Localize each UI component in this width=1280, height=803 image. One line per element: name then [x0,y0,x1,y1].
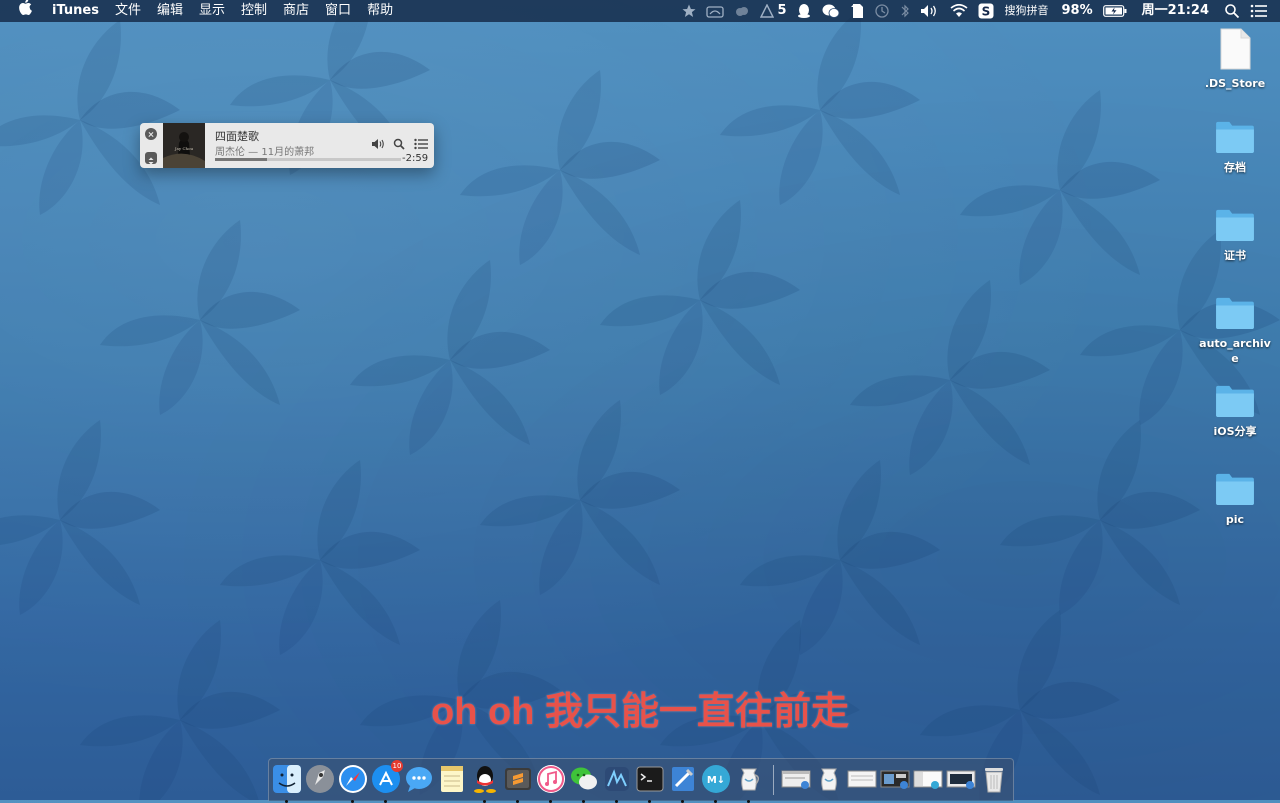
dock-xcode-icon[interactable] [668,764,698,803]
dock-sublime-text-icon[interactable] [503,764,533,803]
status-bar: 5 S 搜狗拼音 98% 周一21:24 [677,0,1280,22]
desktop-icon-pic[interactable]: pic [1197,472,1273,527]
menu-window[interactable]: 窗口 [317,0,359,22]
menu-help[interactable]: 帮助 [359,0,401,22]
bluetooth-icon[interactable] [895,3,915,19]
wifi-icon[interactable] [945,4,973,18]
playback-progress-bar[interactable] [215,158,401,161]
input-method-label[interactable]: 搜狗拼音 [999,0,1053,22]
menu-store[interactable]: 商店 [275,0,317,22]
svg-text:M↓: M↓ [707,775,725,786]
volume-icon[interactable] [915,4,945,18]
playback-progress-fill [215,158,268,161]
dock-launchpad-icon[interactable] [305,764,335,794]
desktop-icon-label: pic [1225,513,1245,526]
up-next-list-icon[interactable] [414,135,428,154]
dock-markdown-editor-icon[interactable]: M↓ [701,764,731,803]
itunes-mini-player: Jay Chou 四面楚歌 周杰伦 — 11月的萧邦 -2:59 [140,123,434,168]
app-store-badge: 10 [391,760,403,772]
desktop-icon-label: iOS分享 [1213,425,1257,438]
dock-finder-icon[interactable] [272,764,302,803]
dock-app-store-icon[interactable]: 10 [371,760,403,803]
mini-player-controls [140,123,162,168]
desktop-icon-auto-archive[interactable]: auto_archive [1197,296,1273,366]
folder-icon [1216,209,1254,242]
star-icon[interactable] [677,4,701,18]
dock-instruments-icon[interactable] [602,764,632,803]
desktop-icon-label: auto_archive [1199,337,1271,365]
cloud-icon[interactable] [729,4,755,18]
desktop-lyric: oh oh 我只能一直往前走 [431,691,849,733]
notification-center-icon[interactable] [1245,4,1280,18]
menu-bar: iTunes 文件 编辑 显示 控制 商店 窗口 帮助 5 S 搜狗拼音 98%… [0,0,1280,22]
dock-minimized-window-icon[interactable] [913,764,943,794]
song-artist-album: 周杰伦 — 11月的萧邦 [215,147,315,158]
time-capsule-icon[interactable] [701,4,729,18]
desktop-icon-ios-share[interactable]: iOS分享 [1197,384,1273,439]
svg-text:S: S [982,5,991,19]
song-title: 四面楚歌 [215,130,259,143]
album-artwork[interactable]: Jay Chou [163,123,205,168]
evernote-tray-icon[interactable] [845,3,869,19]
close-icon[interactable] [145,128,157,140]
dock-minimized-window-icon[interactable] [847,764,877,794]
folder-icon [1216,385,1254,418]
battery-percent[interactable]: 98% [1053,0,1097,22]
spotlight-search-icon[interactable] [1219,3,1245,19]
dock-notes-icon[interactable] [437,764,467,794]
dock-minimized-window-icon[interactable] [880,764,910,794]
apple-menu-icon[interactable] [0,0,44,23]
dock-pitcher-document-icon[interactable] [814,764,844,794]
menu-file[interactable]: 文件 [107,0,149,22]
clock[interactable]: 周一21:24 [1132,0,1219,22]
svg-text:Jay Chou: Jay Chou [174,146,194,151]
search-icon[interactable] [393,135,405,154]
desktop-icon-label: 证书 [1224,249,1246,262]
remaining-time: -2:59 [402,153,429,164]
dock-wechat-icon[interactable] [569,764,599,803]
adobe-badge-icon[interactable]: 5 [755,0,791,22]
document-file-icon [1220,28,1251,70]
dock-terminal-icon[interactable] [635,764,665,803]
input-method-icon[interactable]: S [973,3,999,19]
dock: 10 M↓ [268,758,1014,803]
volume-icon[interactable] [371,135,387,154]
time-machine-icon[interactable] [869,3,895,19]
dock-pitcher-app-icon[interactable] [734,764,764,803]
expand-icon[interactable] [145,152,157,165]
dock-minimized-window-icon[interactable] [781,764,811,794]
dock-safari-icon[interactable] [338,764,368,803]
desktop-icon-archive[interactable]: 存档 [1197,120,1273,175]
dock-qq-icon[interactable] [470,764,500,803]
dock-minimized-window-icon[interactable] [946,764,976,794]
folder-icon [1216,121,1254,154]
menu-app-name[interactable]: iTunes [44,0,107,22]
menu-view[interactable]: 显示 [191,0,233,22]
desktop-icon-label: .DS_Store [1204,77,1266,90]
dock-separator [773,765,774,795]
wechat-tray-icon[interactable] [817,3,845,19]
dock-messages-icon[interactable] [404,764,434,794]
dock-itunes-icon[interactable] [536,764,566,803]
badge-count: 5 [777,3,787,18]
desktop-icon-certificates[interactable]: 证书 [1197,208,1273,263]
menu-edit[interactable]: 编辑 [149,0,191,22]
folder-icon [1216,297,1254,330]
folder-icon [1216,473,1254,506]
qq-tray-icon[interactable] [791,3,817,19]
desktop-icon-ds-store[interactable]: .DS_Store [1197,28,1273,91]
dock-trash-icon[interactable] [979,764,1009,794]
battery-charging-icon[interactable] [1098,5,1132,17]
menu-controls[interactable]: 控制 [233,0,275,22]
desktop-icon-label: 存档 [1224,161,1246,174]
